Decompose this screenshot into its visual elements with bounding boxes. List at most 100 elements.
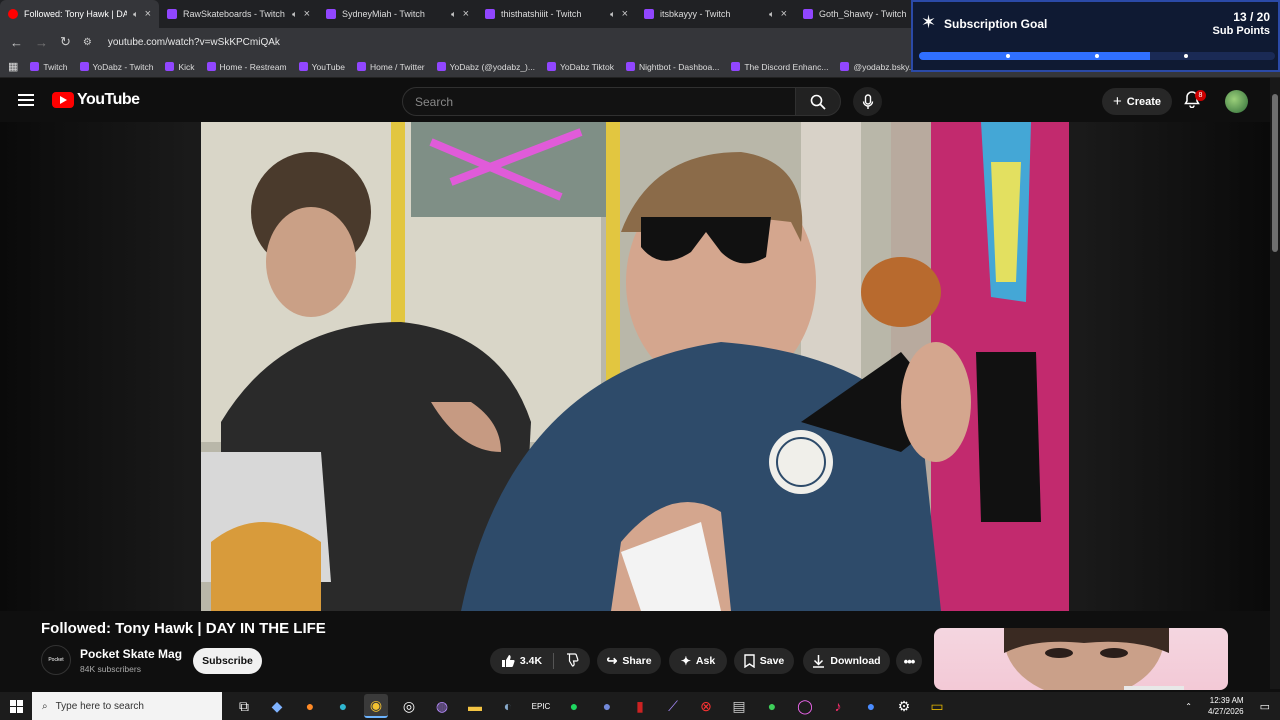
url-field[interactable]: youtube.com/watch?v=wSkKPCmiQAk <box>108 37 280 48</box>
bookmark-favicon-icon <box>731 62 741 71</box>
scrollbar-thumb[interactable] <box>1272 94 1278 252</box>
app-icon[interactable]: ◯ <box>793 694 817 718</box>
like-button[interactable]: 3.4K <box>501 654 542 668</box>
bookmark-favicon-icon <box>30 62 40 71</box>
browser-tab[interactable]: Followed: Tony Hawk | DAY IN 🔈︎ × <box>0 0 159 28</box>
voice-search-button[interactable] <box>853 87 882 116</box>
account-avatar[interactable] <box>1225 90 1248 113</box>
steam-icon[interactable]: ◐ <box>496 694 520 718</box>
search-input[interactable]: Search <box>402 87 796 116</box>
youtube-header: YouTube Search + Create 8 <box>0 78 1280 124</box>
speaker-icon[interactable]: 🔈︎ <box>610 9 615 20</box>
subscribe-button[interactable]: Subscribe <box>193 648 262 674</box>
star-icon: ✶ <box>921 12 937 32</box>
taskbar-search-box[interactable]: ⌕ Type here to search <box>32 692 222 720</box>
thumbs-up-icon <box>501 655 515 667</box>
epic-games-icon[interactable]: EPIC <box>529 694 553 718</box>
bookmark-favicon-icon <box>298 62 308 71</box>
page-scrollbar[interactable] <box>1270 78 1280 689</box>
bookmark-item[interactable]: Kick <box>165 62 195 72</box>
notification-center-icon[interactable]: ▭ <box>1260 700 1270 713</box>
clock-date: 4/27/2026 <box>1208 707 1244 716</box>
windows-start-button[interactable] <box>0 692 32 720</box>
sidebar-ad-thumbnail[interactable] <box>934 628 1228 690</box>
subscription-goal-overlay: ✶ Subscription Goal 13 / 20 Sub Points <box>911 0 1280 72</box>
dislike-button[interactable] <box>565 652 579 670</box>
bookmark-item[interactable]: YouTube <box>298 61 345 72</box>
bookmark-item[interactable]: YoDabz Tiktok <box>546 62 614 72</box>
browser-tab[interactable]: RawSkateboards - Twitch 🔈︎ × <box>159 0 318 28</box>
app-icon[interactable]: ● <box>760 694 784 718</box>
video-frame[interactable] <box>201 122 1069 611</box>
create-button[interactable]: + Create <box>1102 88 1172 115</box>
clock-time: 12:39 AM <box>1209 696 1244 705</box>
bookmark-item[interactable]: YoDabz - Twitch <box>79 61 154 72</box>
obs-icon[interactable]: ◎ <box>397 694 421 718</box>
clock[interactable]: 12:39 AM 4/27/2026 <box>1208 695 1244 717</box>
goal-count: 13 / 20 <box>1233 10 1270 24</box>
download-button[interactable]: Download <box>803 648 890 674</box>
tiktok-icon[interactable]: ♪ <box>826 694 850 718</box>
speaker-icon[interactable]: 🔈︎ <box>769 9 774 20</box>
chevron-up-icon[interactable]: ⌃ <box>1185 702 1192 711</box>
close-tab-icon[interactable]: × <box>304 8 310 20</box>
bookmark-item[interactable]: Twitch <box>30 62 68 72</box>
bookmark-item[interactable]: Nightbot - Dashboa... <box>626 62 719 72</box>
ask-button[interactable]: ✦ Ask <box>669 648 727 674</box>
settings-gear-icon[interactable]: ⚙ <box>892 694 916 718</box>
app-icon[interactable]: ⊗ <box>694 694 718 718</box>
channel-name[interactable]: Pocket Skate Mag <box>80 647 182 661</box>
bookmark-icon <box>744 654 755 668</box>
forward-icon[interactable]: → <box>35 35 48 50</box>
youtube-logo[interactable]: YouTube <box>52 91 140 109</box>
video-player[interactable] <box>0 122 1270 611</box>
share-button[interactable]: ↪ Share <box>597 648 661 674</box>
task-view-icon[interactable]: ⧉ <box>232 694 256 718</box>
discord-icon[interactable]: ● <box>595 694 619 718</box>
bookmark-label: YoDabz (@yodabz_)... <box>449 61 535 72</box>
goal-title: Subscription Goal <box>944 17 1048 31</box>
twitch-favicon-icon <box>803 9 813 19</box>
browser-tab[interactable]: SydneyMiah - Twitch 🔈︎ × <box>318 0 477 28</box>
more-horizontal-icon: ••• <box>903 653 916 669</box>
close-tab-icon[interactable]: × <box>622 8 628 20</box>
share-icon: ↪ <box>606 653 618 668</box>
close-tab-icon[interactable]: × <box>145 8 151 20</box>
more-actions-button[interactable]: ••• <box>896 648 922 674</box>
channel-avatar[interactable]: Pocket <box>41 645 71 675</box>
reload-icon[interactable]: ↻ <box>60 34 71 50</box>
speaker-icon[interactable]: 🔈︎ <box>133 9 138 20</box>
app-icon[interactable]: ● <box>859 694 883 718</box>
browser-tab[interactable]: thisthatshiiit - Twitch 🔈︎ × <box>477 0 636 28</box>
app-icon[interactable]: ▤ <box>727 694 751 718</box>
speaker-icon[interactable]: 🔈︎ <box>451 9 456 20</box>
app-icon[interactable]: ◍ <box>430 694 454 718</box>
file-explorer-icon[interactable]: ▬ <box>463 694 487 718</box>
bookmark-label: YoDabz - Twitch <box>92 61 154 72</box>
goal-tick <box>1184 54 1188 58</box>
speaker-icon[interactable]: 🔈︎ <box>292 9 297 20</box>
bookmark-item[interactable]: Home / Twitter <box>357 62 425 72</box>
save-button[interactable]: Save <box>734 648 794 674</box>
edge-icon[interactable]: ● <box>331 694 355 718</box>
search-button[interactable] <box>795 87 841 116</box>
browser-tab[interactable]: itsbkayyy - Twitch 🔈︎ × <box>636 0 795 28</box>
app-icon[interactable]: ▮ <box>628 694 652 718</box>
apps-grid-icon[interactable]: ▦ <box>8 60 18 73</box>
app-icon[interactable]: ▭ <box>925 694 949 718</box>
close-tab-icon[interactable]: × <box>781 8 787 20</box>
copilot-icon[interactable]: ◆ <box>265 694 289 718</box>
back-icon[interactable]: ← <box>10 35 23 50</box>
bookmark-label: YouTube <box>311 61 345 72</box>
feather-icon[interactable]: ⟋ <box>661 694 685 718</box>
chrome-icon[interactable]: ◉ <box>364 694 388 718</box>
spotify-icon[interactable]: ● <box>562 694 586 718</box>
site-info-icon[interactable]: ⚙ <box>83 37 92 48</box>
hamburger-menu-icon[interactable] <box>18 94 34 106</box>
firefox-icon[interactable]: ● <box>298 694 322 718</box>
bookmark-item[interactable]: The Discord Enhanc... <box>731 62 828 72</box>
close-tab-icon[interactable]: × <box>463 8 469 20</box>
video-title: Followed: Tony Hawk | DAY IN THE LIFE <box>41 620 326 637</box>
bookmark-item[interactable]: Home - Restream <box>206 62 287 72</box>
bookmark-item[interactable]: YoDabz (@yodabz_)... <box>436 61 535 72</box>
